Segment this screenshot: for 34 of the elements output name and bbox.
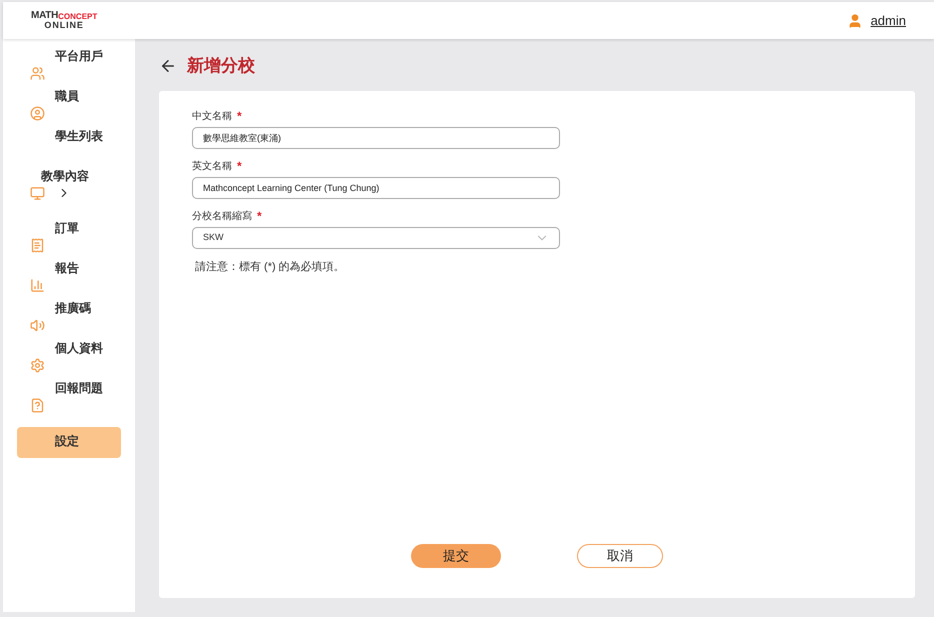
field-label: 分校名稱縮寫 xyxy=(192,210,252,224)
cancel-button[interactable]: 取消 xyxy=(577,544,663,568)
report-icon xyxy=(30,398,45,412)
field-label: 英文名稱 xyxy=(192,160,232,174)
sidebar-item[interactable]: 個人資料 xyxy=(55,339,135,357)
sidebar-item[interactable]: 推廣碼 xyxy=(55,299,135,317)
bar-chart-icon xyxy=(30,278,45,292)
sidebar-item[interactable]: 學生列表 xyxy=(55,127,135,145)
required-mark: * xyxy=(237,158,242,175)
sidebar-item[interactable]: 教學內容 xyxy=(41,167,135,185)
sidebar-item[interactable]: 職員 xyxy=(55,87,135,105)
required-mark: * xyxy=(257,208,262,225)
logo: MATHCONCEPT ONLINE xyxy=(31,11,98,30)
required-mark: * xyxy=(237,108,242,125)
person-icon xyxy=(30,106,45,120)
field-label: 中文名稱 xyxy=(192,110,232,124)
user-icon xyxy=(846,12,863,28)
monitor-icon xyxy=(30,186,45,200)
speaker-icon xyxy=(30,318,45,332)
receipt-icon xyxy=(30,238,45,252)
user-link[interactable]: admin xyxy=(870,10,906,30)
sidebar-item[interactable]: 訂單 xyxy=(55,219,135,237)
sidebar-item[interactable]: 回報問題 xyxy=(55,379,135,397)
gear-icon xyxy=(30,358,45,372)
sidebar-item[interactable]: 設定 xyxy=(55,434,79,448)
text-field[interactable]: 數學思維教室(東涌) xyxy=(192,127,560,149)
text-field[interactable]: Mathconcept Learning Center (Tung Chung) xyxy=(192,177,560,199)
people-icon xyxy=(30,66,45,80)
sidebar-item[interactable]: 平台用戶 xyxy=(55,47,135,65)
submit-button[interactable]: 提交 xyxy=(411,544,501,568)
select-field[interactable]: SKW xyxy=(192,227,560,249)
page-title: 新增分校 xyxy=(187,55,255,78)
sidebar-item[interactable]: 報告 xyxy=(55,259,135,277)
required-note: 請注意：標有 (*) 的為必填項。 xyxy=(195,260,346,275)
